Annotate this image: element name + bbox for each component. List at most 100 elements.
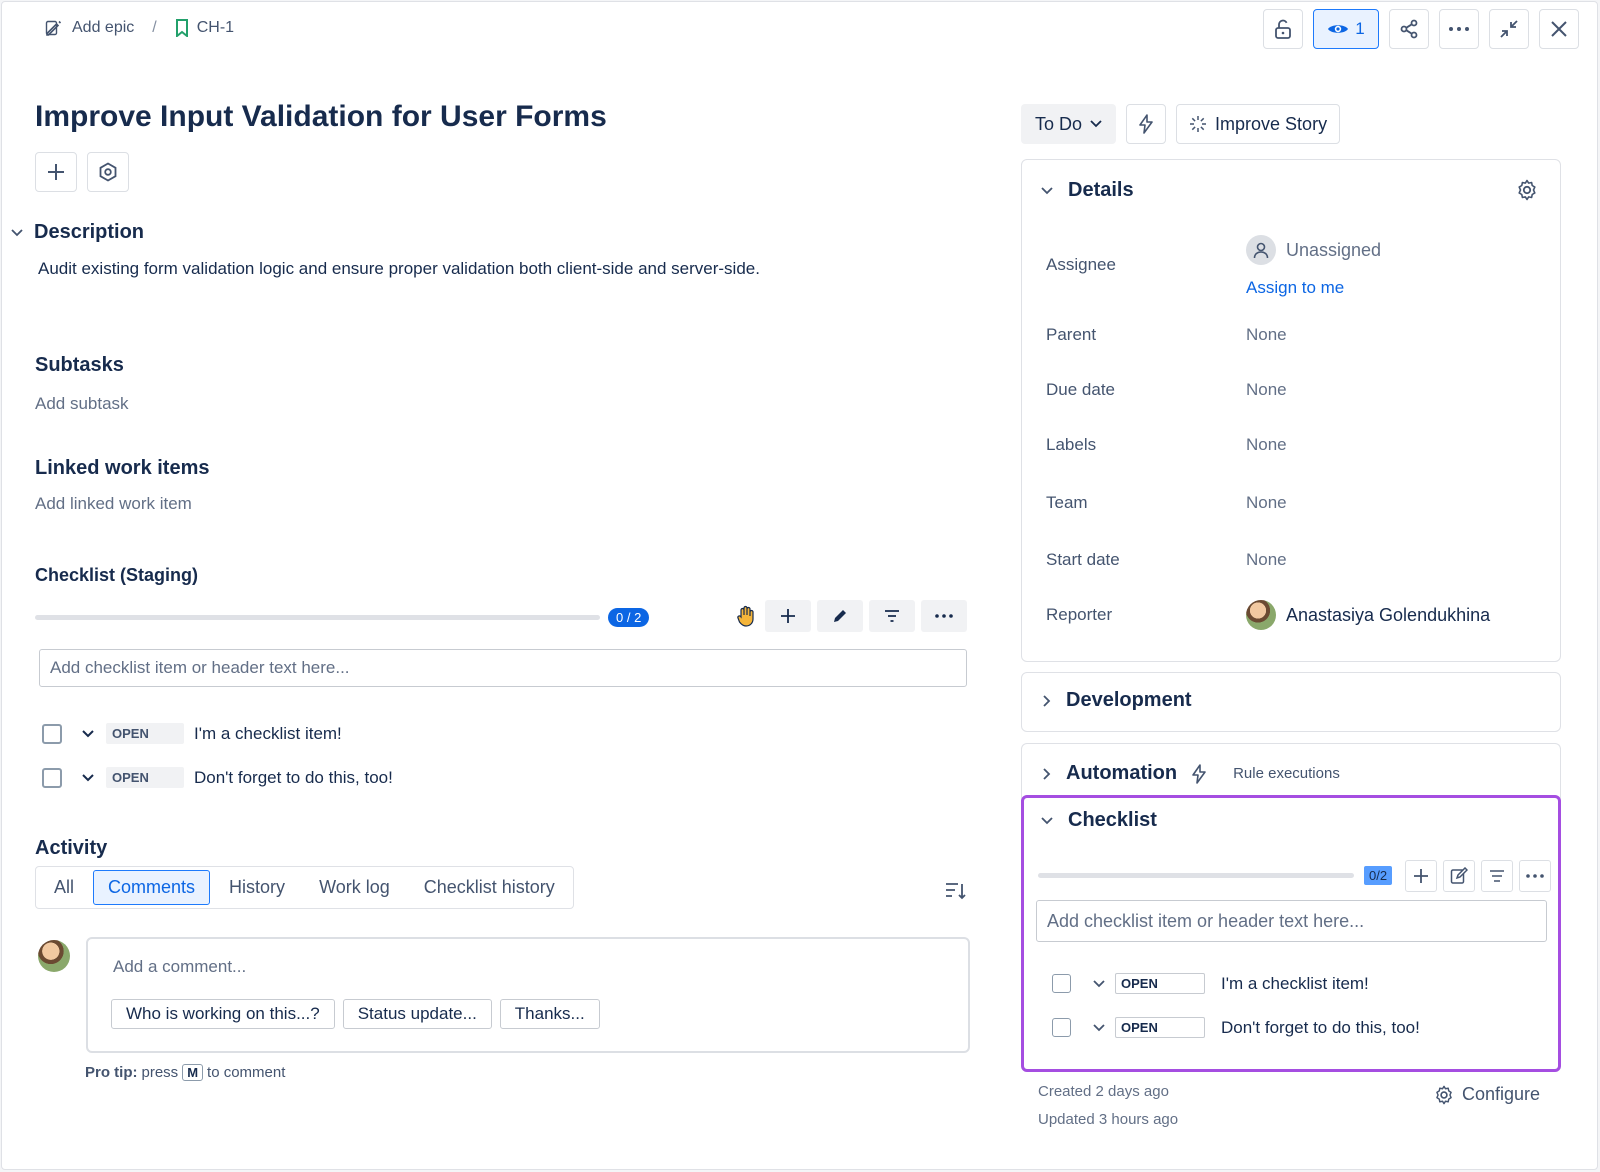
automation-button[interactable] [1126,104,1167,144]
add-subtask-link[interactable]: Add subtask [35,394,129,414]
more-actions-button[interactable] [1439,9,1479,49]
details-settings-button[interactable] [1516,179,1538,201]
hand-icon[interactable] [733,600,759,632]
checklist-input[interactable]: Add checklist item or header text here..… [1036,900,1547,942]
activity-tabs: All Comments History Work log Checklist … [35,866,574,909]
chevron-down-icon[interactable] [1093,979,1105,988]
details-title: Details [1068,179,1134,201]
status-dropdown[interactable]: To Do [1021,104,1117,144]
checklist-header[interactable]: Checklist [1040,809,1157,832]
apps-button[interactable] [87,152,129,192]
chevron-down-icon[interactable] [82,773,94,782]
reporter-label: Reporter [1046,605,1113,624]
checklist-staging-more-button[interactable] [921,600,967,632]
collapse-icon [1499,19,1519,39]
checklist-staging-toolbar [733,600,967,632]
checklist-item-text[interactable]: Don't forget to do this, too! [1221,1018,1420,1038]
automation-header[interactable]: Automation Rule executions [1042,762,1340,785]
configure-label: Configure [1462,1084,1541,1104]
status-badge[interactable]: OPEN [1115,1017,1205,1038]
labels-value[interactable]: None [1246,435,1287,455]
top-actions: 1 [1263,9,1579,49]
checklist-panel: Checklist 0/2 Add checklist item or head… [1021,795,1561,1072]
tab-checklist-history[interactable]: Checklist history [409,870,570,905]
more-icon [1526,874,1544,878]
status-badge[interactable]: OPEN [1115,973,1205,994]
chevron-down-icon[interactable] [82,729,94,738]
quick-reply-button[interactable]: Status update... [342,999,492,1029]
checklist-item-checkbox[interactable] [1052,1018,1071,1037]
automation-title: Automation [1066,762,1178,784]
reporter-value: Anastasiya Golendukhina [1286,604,1491,625]
issue-title[interactable]: Improve Input Validation for User Forms [35,100,607,134]
labels-row: Labels None [1046,435,1287,455]
start-date-row: Start date None [1046,550,1287,570]
team-value[interactable]: None [1246,493,1287,513]
assignee-field[interactable]: Unassigned [1246,235,1381,265]
checklist-item-checkbox[interactable] [42,767,62,788]
assignee-value: Unassigned [1286,239,1382,260]
chevron-down-icon [1040,816,1054,826]
plus-icon [780,608,796,624]
breadcrumb: Add epic / CH-1 [44,18,234,38]
automation-panel[interactable]: Automation Rule executions [1021,743,1561,803]
checklist-item-checkbox[interactable] [42,723,62,744]
quick-reply-button[interactable]: Thanks... [499,999,600,1029]
comment-input[interactable]: Add a comment... [113,957,246,977]
assignee-row: Assignee [1046,255,1246,275]
more-icon [1448,26,1470,32]
checklist-item-text[interactable]: I'm a checklist item! [1221,974,1369,994]
parent-row: Parent None [1046,325,1287,345]
add-epic-link[interactable]: Add epic [72,19,134,37]
share-button[interactable] [1389,9,1429,49]
chevron-down-icon[interactable] [1093,1023,1105,1032]
minimize-button[interactable] [1489,9,1529,49]
parent-value[interactable]: None [1246,325,1287,345]
checklist-staging-add-button[interactable] [765,600,811,632]
start-date-value[interactable]: None [1246,550,1287,570]
close-button[interactable] [1539,9,1579,49]
start-date-label: Start date [1046,550,1120,569]
rule-executions-link[interactable]: Rule executions [1233,765,1340,782]
checklist-staging-edit-button[interactable] [817,600,863,632]
details-header[interactable]: Details [1040,179,1134,202]
breadcrumb-separator: / [152,19,157,36]
tab-comments[interactable]: Comments [93,870,211,905]
status-badge[interactable]: OPEN [106,767,184,788]
add-linked-item-link[interactable]: Add linked work item [35,494,192,514]
tab-work-log[interactable]: Work log [304,870,405,905]
checklist-item-checkbox[interactable] [1052,974,1071,993]
lock-button[interactable] [1263,9,1303,49]
development-header[interactable]: Development [1042,689,1192,712]
assign-to-me-link[interactable]: Assign to me [1246,278,1344,298]
development-panel[interactable]: Development [1021,672,1561,732]
issue-key-link[interactable]: CH-1 [197,19,234,37]
labels-label: Labels [1046,435,1097,454]
checklist-staging-filter-button[interactable] [869,600,915,632]
checklist-item-text[interactable]: Don't forget to do this, too! [194,768,393,788]
status-badge[interactable]: OPEN [106,723,184,744]
improve-story-button[interactable]: Improve Story [1176,104,1341,144]
status-label: To Do [1035,113,1083,134]
checklist-filter-button[interactable] [1481,860,1513,892]
description-header[interactable]: Description [10,221,144,244]
checklist-add-button[interactable] [1405,860,1437,892]
chevron-down-icon [10,228,24,238]
due-date-value[interactable]: None [1246,380,1287,400]
quick-reply-button[interactable]: Who is working on this...? [111,999,335,1029]
checklist-staging-input[interactable]: Add checklist item or header text here..… [39,649,967,687]
tab-all[interactable]: All [39,870,89,905]
checklist-edit-button[interactable] [1443,860,1475,892]
checklist-more-button[interactable] [1519,860,1551,892]
description-text[interactable]: Audit existing form validation logic and… [38,259,760,279]
tab-history[interactable]: History [214,870,300,905]
watch-button[interactable]: 1 [1313,9,1379,49]
add-button[interactable] [35,152,77,192]
configure-button[interactable]: Configure [1434,1084,1540,1105]
sort-button[interactable] [945,881,967,901]
assignee-label: Assignee [1046,255,1116,274]
checklist-item-text[interactable]: I'm a checklist item! [194,724,342,744]
reporter-field[interactable]: Anastasiya Golendukhina [1246,600,1490,630]
story-icon [175,19,189,37]
comment-box[interactable]: Add a comment... Who is working on this.… [86,937,970,1053]
